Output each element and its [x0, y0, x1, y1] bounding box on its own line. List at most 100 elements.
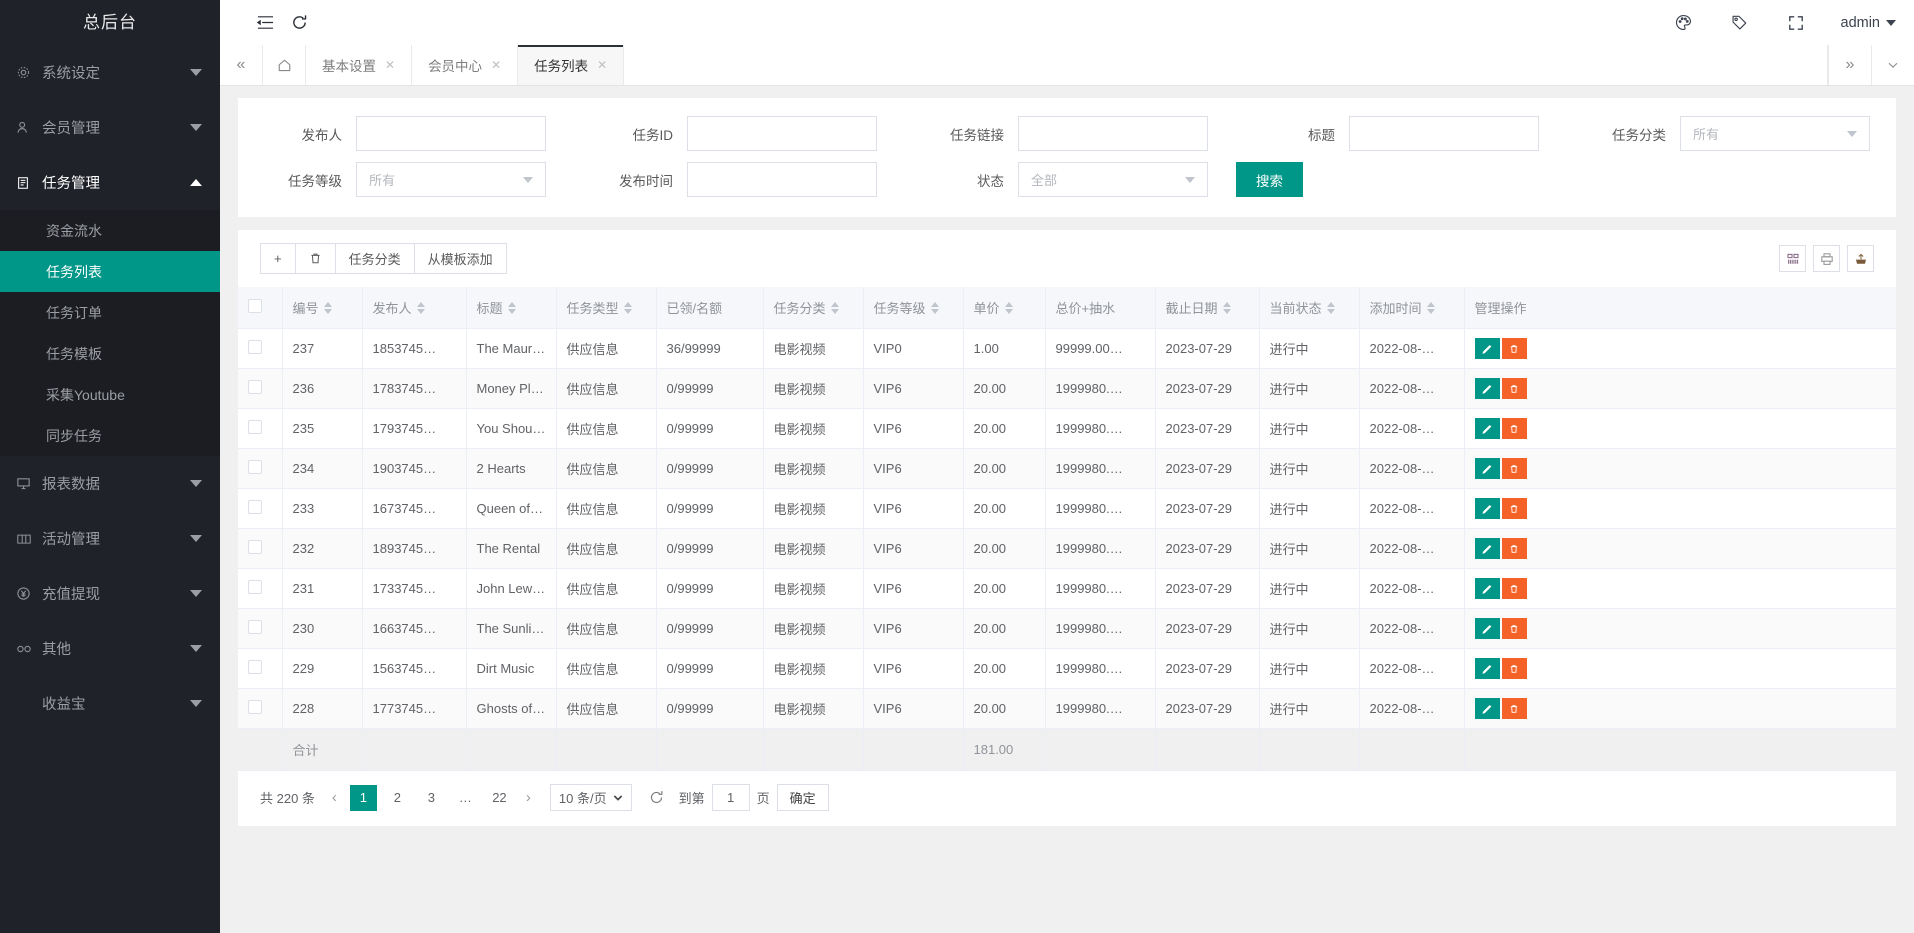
- home-icon[interactable]: [263, 45, 306, 85]
- sidebar-subitem-fund-flow[interactable]: 资金流水: [0, 210, 220, 251]
- sort-icon[interactable]: [1223, 302, 1231, 314]
- table-row[interactable]: 2291563745…Dirt Music供应信息0/99999电影视频VIP6…: [238, 649, 1896, 689]
- th-category[interactable]: 任务分类: [763, 287, 863, 329]
- row-checkbox[interactable]: [248, 660, 262, 674]
- sidebar-item-report-data[interactable]: 报表数据: [0, 456, 220, 511]
- status-select[interactable]: 全部: [1018, 162, 1208, 197]
- refresh-icon[interactable]: [282, 6, 316, 40]
- sort-icon[interactable]: [1427, 302, 1435, 314]
- pencil-icon[interactable]: [1475, 538, 1500, 559]
- sort-icon[interactable]: [417, 302, 425, 314]
- table-row[interactable]: 2301663745…The Sunli…供应信息0/99999电影视频VIP6…: [238, 609, 1896, 649]
- trash-icon[interactable]: [1502, 698, 1527, 719]
- row-checkbox[interactable]: [248, 340, 262, 354]
- sidebar-item-earnings-treasure[interactable]: 收益宝: [0, 676, 220, 731]
- palette-icon[interactable]: [1667, 6, 1701, 40]
- columns-icon[interactable]: [1779, 245, 1806, 272]
- th-id[interactable]: 编号: [282, 287, 362, 329]
- th-publisher[interactable]: 发布人: [362, 287, 466, 329]
- search-button[interactable]: 搜索: [1236, 162, 1303, 197]
- th-added-time[interactable]: 添加时间: [1359, 287, 1464, 329]
- pencil-icon[interactable]: [1475, 618, 1500, 639]
- confirm-button[interactable]: 确定: [777, 784, 829, 811]
- task-link-input[interactable]: [1018, 116, 1208, 151]
- fullscreen-icon[interactable]: [1779, 6, 1813, 40]
- trash-icon[interactable]: [1502, 538, 1527, 559]
- pencil-icon[interactable]: [1475, 498, 1500, 519]
- page-button-22[interactable]: 22: [486, 785, 513, 811]
- close-icon[interactable]: ✕: [385, 58, 395, 72]
- close-icon[interactable]: ✕: [597, 58, 607, 72]
- publisher-input[interactable]: [356, 116, 546, 151]
- pencil-icon[interactable]: [1475, 658, 1500, 679]
- trash-icon[interactable]: [1502, 418, 1527, 439]
- table-row[interactable]: 2311733745…John Lew…供应信息0/99999电影视频VIP62…: [238, 569, 1896, 609]
- row-checkbox[interactable]: [248, 420, 262, 434]
- delete-button[interactable]: [295, 243, 336, 274]
- page-size-select[interactable]: 10 条/页: [550, 784, 632, 811]
- sort-icon[interactable]: [831, 302, 839, 314]
- table-row[interactable]: 2281773745…Ghosts of…供应信息0/99999电影视频VIP6…: [238, 689, 1896, 729]
- sidebar-item-activity-management[interactable]: 活动管理: [0, 511, 220, 566]
- sidebar-item-recharge-withdraw[interactable]: 充值提现: [0, 566, 220, 621]
- page-button-3[interactable]: 3: [418, 785, 445, 811]
- sort-icon[interactable]: [1005, 302, 1013, 314]
- th-deadline[interactable]: 截止日期: [1155, 287, 1259, 329]
- jump-page-input[interactable]: 1: [712, 784, 750, 811]
- tab-task-list[interactable]: 任务列表 ✕: [518, 45, 624, 85]
- pencil-icon[interactable]: [1475, 578, 1500, 599]
- page-button-1[interactable]: 1: [350, 785, 377, 811]
- row-checkbox[interactable]: [248, 540, 262, 554]
- sort-icon[interactable]: [508, 302, 516, 314]
- th-task-type[interactable]: 任务类型: [556, 287, 656, 329]
- table-row[interactable]: 2371853745…The Maur…供应信息36/99999电影视频VIP0…: [238, 329, 1896, 369]
- print-icon[interactable]: [1813, 245, 1840, 272]
- table-row[interactable]: 2361783745…Money Pl…供应信息0/99999电影视频VIP62…: [238, 369, 1896, 409]
- pub-time-input[interactable]: [687, 162, 877, 197]
- sidebar-subitem-collect-youtube[interactable]: 采集Youtube: [0, 374, 220, 415]
- pencil-icon[interactable]: [1475, 698, 1500, 719]
- chevron-left-icon[interactable]: ‹: [326, 789, 343, 806]
- table-row[interactable]: 2331673745…Queen of…供应信息0/99999电影视频VIP62…: [238, 489, 1896, 529]
- add-button[interactable]: +: [260, 243, 296, 274]
- sidebar-item-other[interactable]: 其他: [0, 621, 220, 676]
- tab-basic-settings[interactable]: 基本设置 ✕: [306, 45, 412, 85]
- chevron-down-icon[interactable]: [1871, 45, 1914, 85]
- tab-member-center[interactable]: 会员中心 ✕: [412, 45, 518, 85]
- sidebar-subitem-task-list[interactable]: 任务列表: [0, 251, 220, 292]
- table-row[interactable]: 2341903745…2 Hearts供应信息0/99999电影视频VIP620…: [238, 449, 1896, 489]
- trash-icon[interactable]: [1502, 578, 1527, 599]
- trash-icon[interactable]: [1502, 458, 1527, 479]
- pencil-icon[interactable]: [1475, 378, 1500, 399]
- close-icon[interactable]: ✕: [491, 58, 501, 72]
- pencil-icon[interactable]: [1475, 338, 1500, 359]
- sort-icon[interactable]: [624, 302, 632, 314]
- sidebar-item-member-management[interactable]: 会员管理: [0, 100, 220, 155]
- chevron-right-icon[interactable]: ›: [520, 789, 537, 806]
- trash-icon[interactable]: [1502, 378, 1527, 399]
- th-title[interactable]: 标题: [466, 287, 556, 329]
- trash-icon[interactable]: [1502, 618, 1527, 639]
- task-category-button[interactable]: 任务分类: [335, 243, 415, 274]
- task-id-input[interactable]: [687, 116, 877, 151]
- row-checkbox[interactable]: [248, 380, 262, 394]
- pagination-refresh-icon[interactable]: [649, 790, 664, 805]
- th-status[interactable]: 当前状态: [1259, 287, 1359, 329]
- row-checkbox[interactable]: [248, 500, 262, 514]
- row-checkbox[interactable]: [248, 700, 262, 714]
- trash-icon[interactable]: [1502, 498, 1527, 519]
- page-ellipsis[interactable]: …: [452, 785, 479, 811]
- table-row[interactable]: 2351793745…You Shou…供应信息0/99999电影视频VIP62…: [238, 409, 1896, 449]
- double-chevron-left-icon[interactable]: «: [220, 45, 263, 85]
- pencil-icon[interactable]: [1475, 458, 1500, 479]
- sidebar-item-task-management[interactable]: 任务管理: [0, 155, 220, 210]
- sidebar-subitem-task-orders[interactable]: 任务订单: [0, 292, 220, 333]
- sort-icon[interactable]: [931, 302, 939, 314]
- sidebar-item-system-settings[interactable]: 系统设定: [0, 45, 220, 100]
- sort-icon[interactable]: [1327, 302, 1335, 314]
- sidebar-subitem-task-templates[interactable]: 任务模板: [0, 333, 220, 374]
- table-row[interactable]: 2321893745…The Rental供应信息0/99999电影视频VIP6…: [238, 529, 1896, 569]
- trash-icon[interactable]: [1502, 658, 1527, 679]
- row-checkbox[interactable]: [248, 620, 262, 634]
- double-chevron-right-icon[interactable]: »: [1828, 45, 1871, 85]
